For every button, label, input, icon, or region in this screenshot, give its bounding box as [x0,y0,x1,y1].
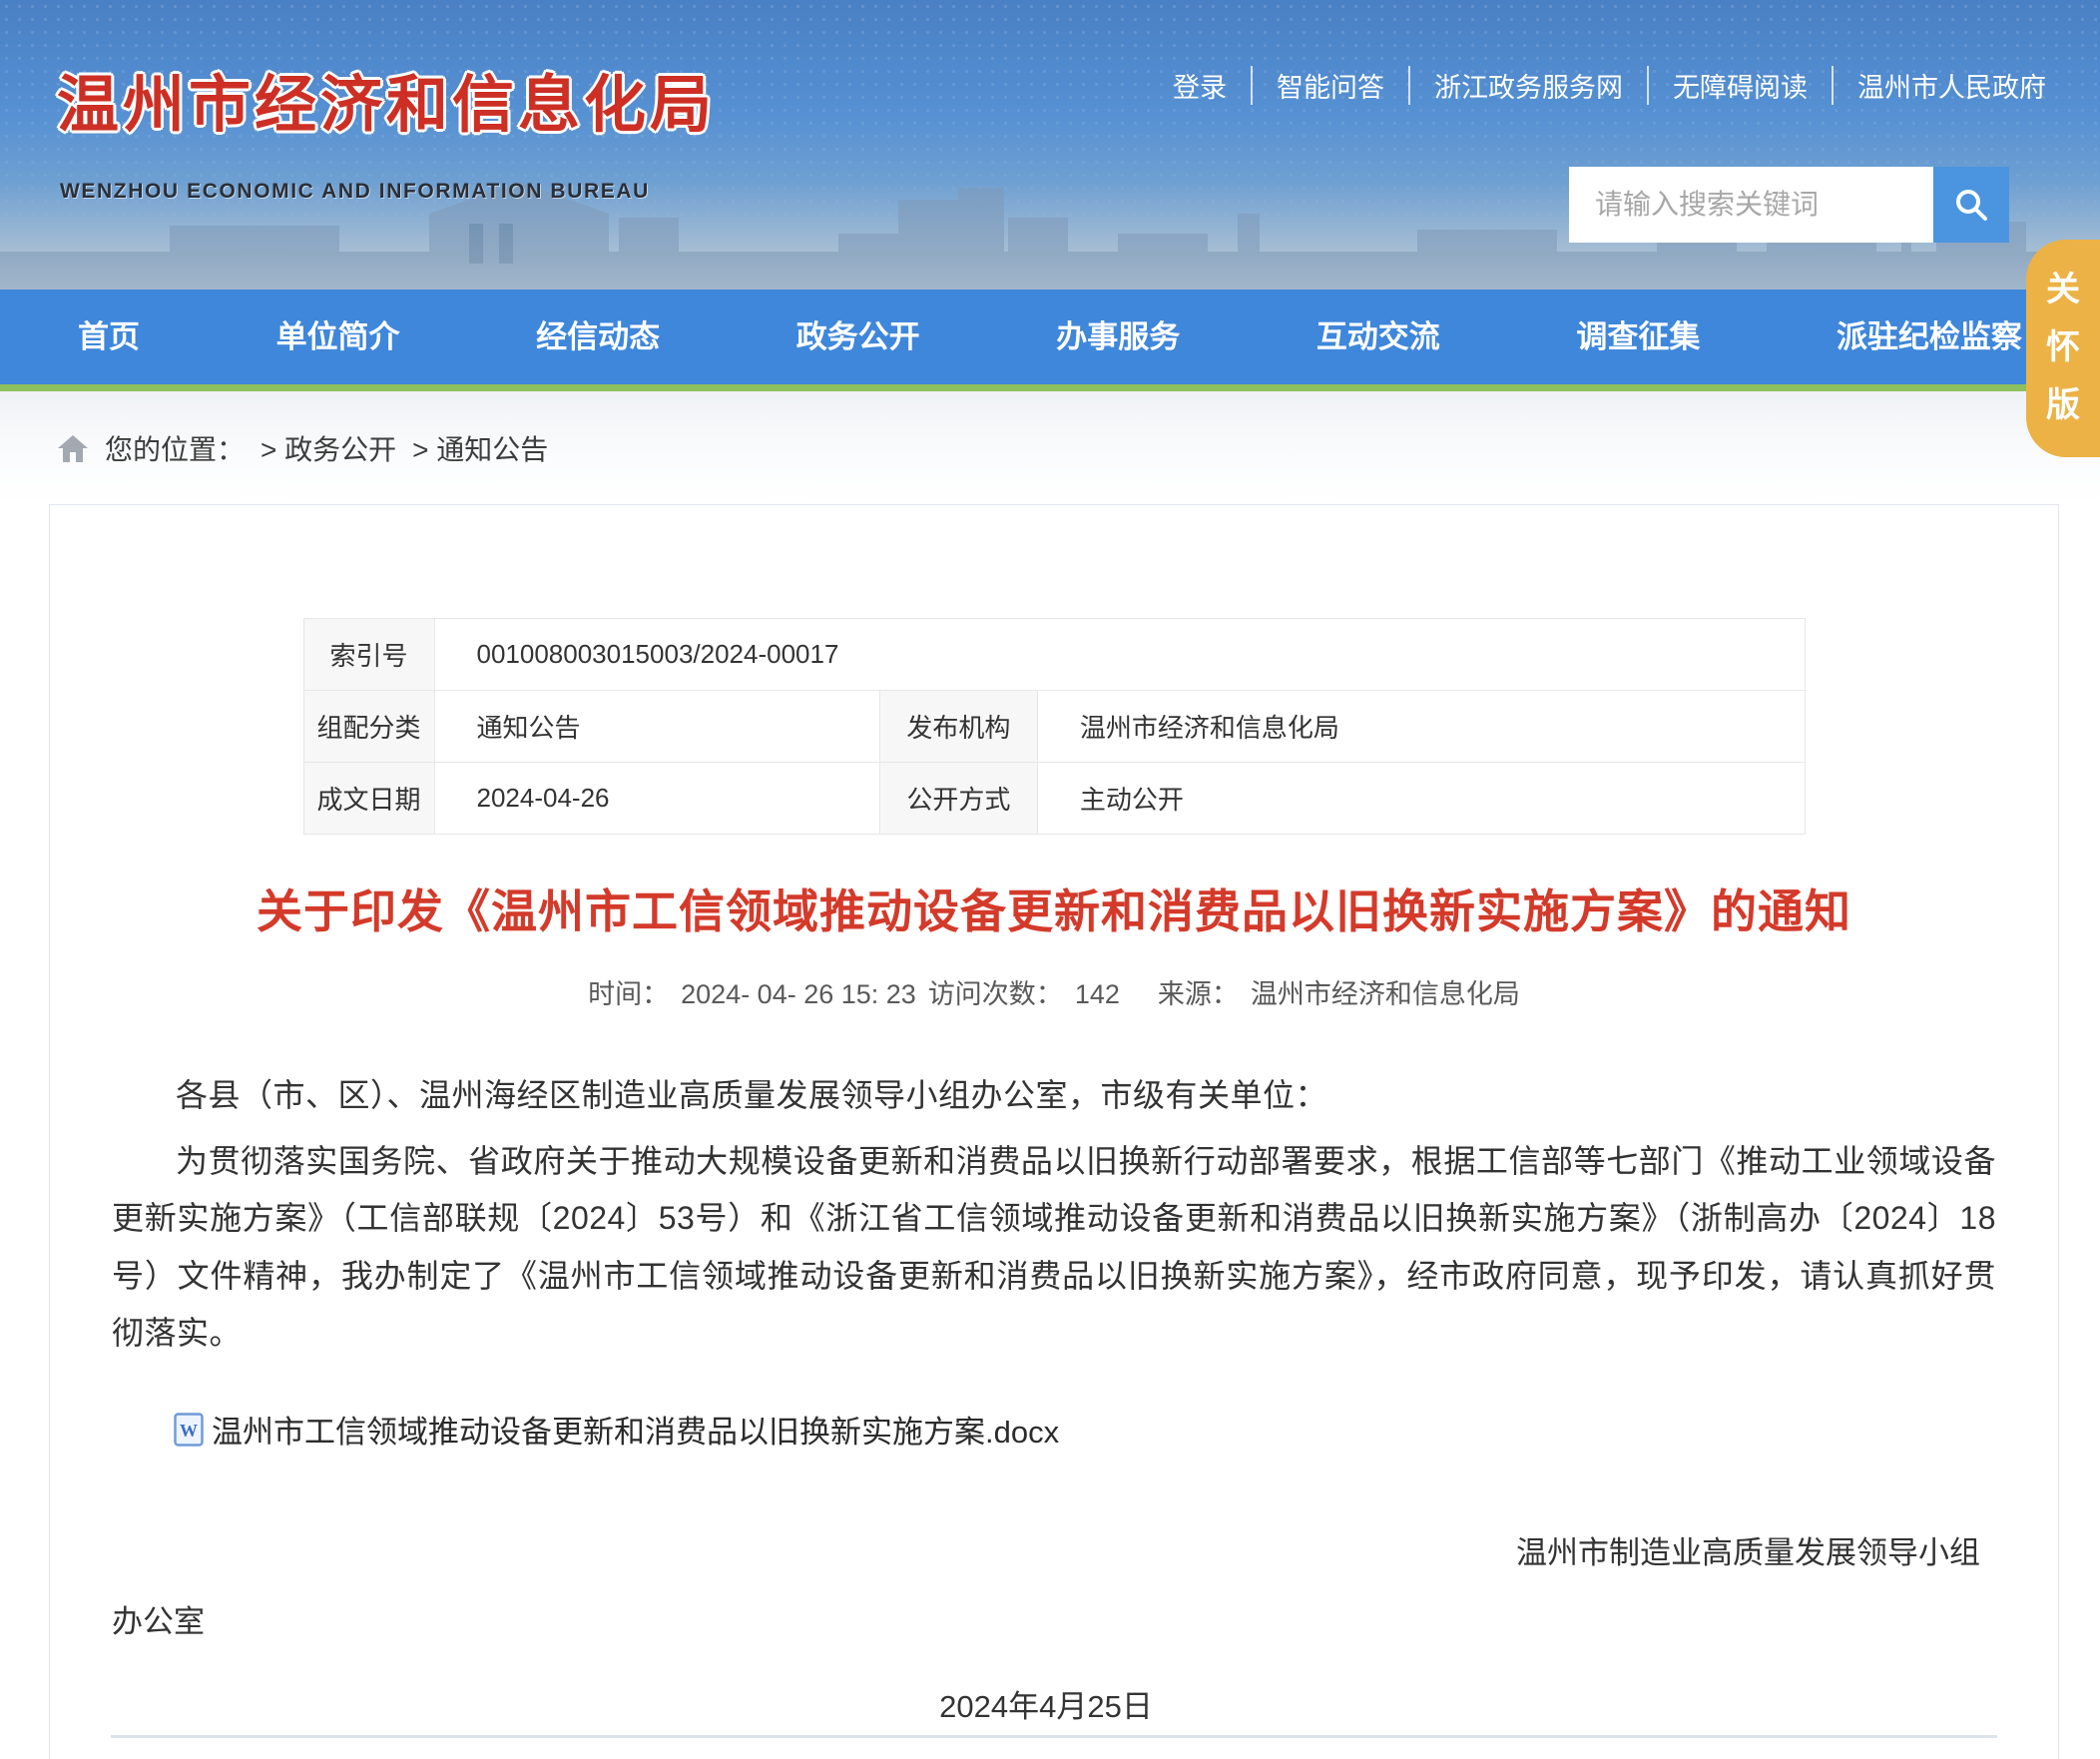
publisher-label: 发布机构 [879,691,1037,763]
table-row: 成文日期 2024-04-26 公开方式 主动公开 [303,763,1805,835]
nav-item-interaction[interactable]: 互动交流 [1316,311,1440,356]
meta-time-label: 时间： [588,979,669,1009]
meta-source-value: 温州市经济和信息化局 [1251,979,1520,1009]
article-card: 索引号 001008003015003/2024-00017 组配分类 通知公告… [49,504,2059,1759]
category-label: 组配分类 [303,691,434,763]
search-input[interactable] [1569,167,1933,243]
attachment-row: W 温州市工信领域推动设备更新和消费品以旧换新实施方案.docx [112,1407,1996,1452]
meta-source-label: 来源： [1158,979,1239,1009]
breadcrumb-bar: 您的位置： > 政务公开 > 通知公告 [0,391,2100,504]
index-number-label: 索引号 [303,619,434,691]
login-link[interactable]: 登录 [1149,66,1251,105]
article-title: 关于印发《温州市工信领域推动设备更新和消费品以旧换新实施方案》的通知 [138,880,1970,942]
accessibility-link[interactable]: 无障碍阅读 [1647,66,1832,105]
nav-item-services[interactable]: 办事服务 [1056,311,1180,356]
disclosure-method-label: 公开方式 [879,763,1037,835]
index-number-value: 001008003015003/2024-00017 [434,619,1805,691]
table-row: 索引号 001008003015003/2024-00017 [303,619,1805,691]
breadcrumb: 您的位置： > 政务公开 > 通知公告 [57,428,548,468]
attachment-filename: 温州市工信领域推动设备更新和消费品以旧换新实施方案.docx [212,1415,1059,1450]
category-value: 通知公告 [434,691,879,763]
issue-date-value: 2024-04-26 [434,763,879,835]
nav-item-home[interactable]: 首页 [78,311,140,356]
issue-date-label: 成文日期 [303,763,434,835]
site-search [1569,167,2009,243]
meta-visits-value: 142 [1075,979,1120,1009]
breadcrumb-link-gov-disclosure[interactable]: > 政务公开 [261,428,396,468]
table-row: 组配分类 通知公告 发布机构 温州市经济和信息化局 [303,691,1805,763]
nav-item-survey[interactable]: 调查征集 [1576,311,1700,356]
meta-time-value: 2024- 04- 26 15: 23 [681,979,916,1009]
article-paragraph: 各县（市、区）、温州海经区制造业高质量发展领导小组办公室，市级有关单位： [112,1067,1996,1125]
svg-text:W: W [180,1421,198,1441]
word-file-icon: W [174,1413,204,1447]
search-icon [1953,187,1989,223]
home-icon [57,433,89,463]
care-version-label: 关怀版 [2044,262,2082,434]
nav-item-news[interactable]: 经信动态 [536,311,660,356]
site-logo-title: 温州市经济和信息化局 [57,54,716,144]
wenzhou-gov-link[interactable]: 温州市人民政府 [1832,66,2046,105]
nav-item-discipline-inspection[interactable]: 派驻纪检监察 [1837,311,2022,356]
document-info-table: 索引号 001008003015003/2024-00017 组配分类 通知公告… [303,618,1806,835]
smart-qa-link[interactable]: 智能问答 [1251,66,1408,105]
utility-links: 登录 智能问答 浙江政务服务网 无障碍阅读 温州市人民政府 [1149,66,2046,105]
zhejiang-gov-service-link[interactable]: 浙江政务服务网 [1408,66,1647,105]
site-header: 温州市经济和信息化局 WENZHOU ECONOMIC AND INFORMAT… [0,0,2100,290]
signature-office: 办公室 [112,1596,1980,1641]
main-navigation: 首页 单位简介 经信动态 政务公开 办事服务 互动交流 调查征集 派驻纪检监察 [0,290,2100,391]
meta-visits-label: 访问次数： [928,979,1063,1009]
world-map-dots-decoration [0,0,2100,290]
signature-date: 2024年4月25日 [112,1681,1980,1726]
disclosure-method-value: 主动公开 [1037,763,1805,835]
signature-organization: 温州市制造业高质量发展领导小组 [112,1527,1980,1572]
attachment-link[interactable]: W 温州市工信领域推动设备更新和消费品以旧换新实施方案.docx [174,1415,1059,1450]
signature-block: 温州市制造业高质量发展领导小组 办公室 2024年4月25日 [112,1527,1980,1726]
site-logo-subtitle: WENZHOU ECONOMIC AND INFORMATION BUREAU [60,180,650,204]
nav-item-about[interactable]: 单位简介 [276,311,400,356]
publisher-value: 温州市经济和信息化局 [1037,691,1805,763]
article-paragraph: 为贯彻落实国务院、省政府关于推动大规模设备更新和消费品以旧换新行动部署要求，根据… [112,1133,1996,1363]
search-button[interactable] [1933,167,2009,243]
care-version-tab[interactable]: 关怀版 [2026,240,2100,457]
breadcrumb-link-notices[interactable]: > 通知公告 [412,428,548,468]
bottom-divider [111,1735,1997,1738]
article-meta: 时间： 2024- 04- 26 15: 23 访问次数： 142 来源： 温州市经济和信… [50,972,2058,1011]
article-body: 各县（市、区）、温州海经区制造业高质量发展领导小组办公室，市级有关单位： 为贯彻… [112,1067,1996,1363]
nav-item-gov-disclosure[interactable]: 政务公开 [796,311,920,356]
breadcrumb-prefix: 您的位置： [105,428,245,468]
